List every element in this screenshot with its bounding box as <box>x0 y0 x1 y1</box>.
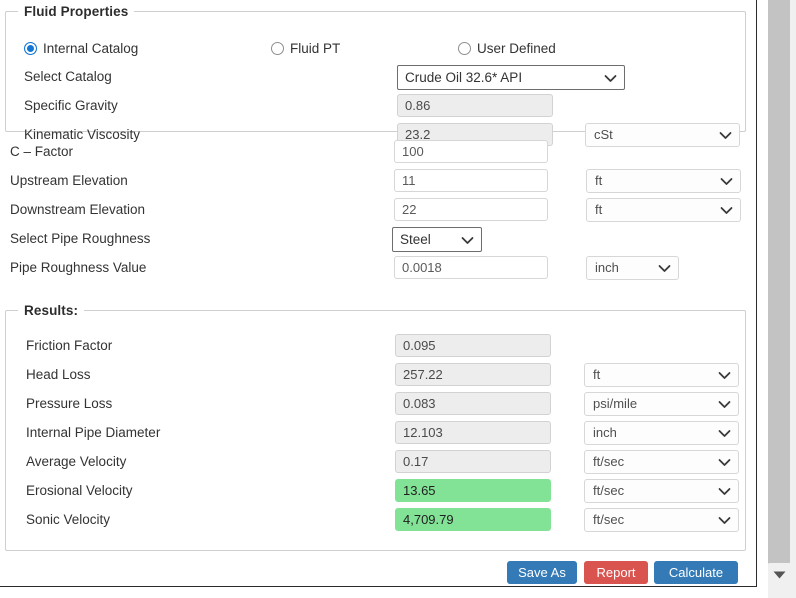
results-group: Results: Friction Factor Head Loss ft <box>5 303 746 551</box>
row-friction-factor: Friction Factor <box>6 334 745 358</box>
vertical-scrollbar[interactable] <box>762 0 796 598</box>
label-c-factor: C – Factor <box>10 144 74 159</box>
chevron-down-icon <box>658 263 671 274</box>
label-friction-factor: Friction Factor <box>26 338 113 353</box>
head-loss-field[interactable] <box>395 363 551 386</box>
label-erosional-velocity: Erosional Velocity <box>26 483 133 498</box>
label-specific-gravity: Specific Gravity <box>24 98 118 113</box>
chevron-down-icon <box>720 176 733 187</box>
chevron-down-icon <box>718 457 731 468</box>
chevron-down-icon <box>720 205 733 216</box>
row-upstream-elevation: Upstream Elevation ft <box>0 169 756 193</box>
average-velocity-field[interactable] <box>395 450 551 473</box>
scrollbar-corner <box>768 586 796 598</box>
erosional-velocity-unit-dropdown[interactable]: ft/sec <box>584 479 739 503</box>
label-internal-pipe-diameter: Internal Pipe Diameter <box>26 425 161 440</box>
radio-fluid-pt-marker <box>271 42 284 55</box>
internal-pipe-diameter-field[interactable] <box>395 421 551 444</box>
head-loss-unit-dropdown[interactable]: ft <box>584 363 739 387</box>
row-erosional-velocity: Erosional Velocity ft/sec <box>6 479 745 503</box>
upstream-elevation-unit-value: ft <box>595 173 603 188</box>
label-select-catalog: Select Catalog <box>24 69 112 84</box>
chevron-down-icon <box>718 486 731 497</box>
chevron-down-icon <box>718 515 731 526</box>
erosional-velocity-unit-value: ft/sec <box>593 483 625 498</box>
chevron-down-icon <box>718 370 731 381</box>
row-head-loss: Head Loss ft <box>6 363 745 387</box>
pipe-roughness-dropdown[interactable]: Steel <box>392 227 482 252</box>
action-button-bar: Save As Report Calculate <box>0 561 756 586</box>
row-pressure-loss: Pressure Loss psi/mile <box>6 392 745 416</box>
sonic-velocity-field[interactable] <box>395 508 551 531</box>
radio-user-defined-label: User Defined <box>477 41 556 56</box>
scroll-down-arrow-icon[interactable] <box>768 564 790 586</box>
label-head-loss: Head Loss <box>26 367 91 382</box>
erosional-velocity-field[interactable] <box>395 479 551 502</box>
internal-pipe-diameter-unit-value: inch <box>593 425 617 440</box>
row-sonic-velocity: Sonic Velocity ft/sec <box>6 508 745 532</box>
pressure-loss-unit-value: psi/mile <box>593 396 638 411</box>
row-pipe-roughness-value: Pipe Roughness Value inch <box>0 256 756 280</box>
report-button[interactable]: Report <box>584 561 648 584</box>
sonic-velocity-unit-value: ft/sec <box>593 512 625 527</box>
select-catalog-dropdown[interactable]: Crude Oil 32.6* API <box>397 65 625 90</box>
c-factor-field[interactable] <box>394 140 548 163</box>
head-loss-unit-value: ft <box>593 367 601 382</box>
row-downstream-elevation: Downstream Elevation ft <box>0 198 756 222</box>
row-select-catalog: Select Catalog Crude Oil 32.6* API <box>6 65 745 90</box>
average-velocity-unit-value: ft/sec <box>593 454 625 469</box>
select-catalog-value: Crude Oil 32.6* API <box>405 70 523 85</box>
internal-pipe-diameter-unit-dropdown[interactable]: inch <box>584 421 739 445</box>
row-specific-gravity: Specific Gravity <box>6 94 745 118</box>
pipe-roughness-value-field[interactable] <box>394 256 548 279</box>
pipe-flow-calculator-screen: Fluid Properties Internal Catalog Fluid … <box>0 0 796 598</box>
radio-internal-catalog-marker <box>24 42 37 55</box>
label-select-pipe-roughness: Select Pipe Roughness <box>10 231 151 246</box>
chevron-down-icon <box>604 73 617 84</box>
chevron-down-icon <box>461 235 474 246</box>
downstream-elevation-field[interactable] <box>394 198 548 221</box>
label-pressure-loss: Pressure Loss <box>26 396 113 411</box>
downstream-elevation-unit-dropdown[interactable]: ft <box>586 198 741 222</box>
fluid-properties-group: Fluid Properties Internal Catalog Fluid … <box>5 4 746 147</box>
pressure-loss-field[interactable] <box>395 392 551 415</box>
upstream-elevation-unit-dropdown[interactable]: ft <box>586 169 741 193</box>
calculate-button[interactable]: Calculate <box>654 561 738 584</box>
pipe-roughness-unit-dropdown[interactable]: inch <box>586 256 679 280</box>
specific-gravity-field[interactable] <box>397 94 553 117</box>
row-c-factor: C – Factor <box>0 140 756 164</box>
row-select-pipe-roughness: Select Pipe Roughness Steel <box>0 227 756 252</box>
label-downstream-elevation: Downstream Elevation <box>10 202 146 217</box>
chevron-down-icon <box>718 428 731 439</box>
label-upstream-elevation: Upstream Elevation <box>10 173 128 188</box>
radio-fluid-pt-label: Fluid PT <box>290 41 341 56</box>
label-pipe-roughness-value: Pipe Roughness Value <box>10 260 147 275</box>
downstream-elevation-unit-value: ft <box>595 202 603 217</box>
upstream-elevation-field[interactable] <box>394 169 548 192</box>
radio-user-defined-marker <box>458 42 471 55</box>
label-average-velocity: Average Velocity <box>26 454 127 469</box>
chevron-down-icon <box>718 399 731 410</box>
label-sonic-velocity: Sonic Velocity <box>26 512 111 527</box>
form-content-pane: Fluid Properties Internal Catalog Fluid … <box>0 0 757 587</box>
fluid-properties-legend: Fluid Properties <box>24 4 129 19</box>
row-average-velocity: Average Velocity ft/sec <box>6 450 745 474</box>
scrollbar-thumb[interactable] <box>768 0 790 563</box>
sonic-velocity-unit-dropdown[interactable]: ft/sec <box>584 508 739 532</box>
pipe-roughness-unit-value: inch <box>595 260 619 275</box>
average-velocity-unit-dropdown[interactable]: ft/sec <box>584 450 739 474</box>
pressure-loss-unit-dropdown[interactable]: psi/mile <box>584 392 739 416</box>
friction-factor-field[interactable] <box>395 334 551 357</box>
pipe-roughness-value: Steel <box>400 232 431 247</box>
pipe-inputs-section: C – Factor Upstream Elevation ft Downstr… <box>0 140 756 290</box>
save-as-button[interactable]: Save As <box>507 561 577 584</box>
row-internal-pipe-diameter: Internal Pipe Diameter inch <box>6 421 745 445</box>
results-legend: Results: <box>24 303 79 318</box>
radio-internal-catalog-label: Internal Catalog <box>43 41 139 56</box>
